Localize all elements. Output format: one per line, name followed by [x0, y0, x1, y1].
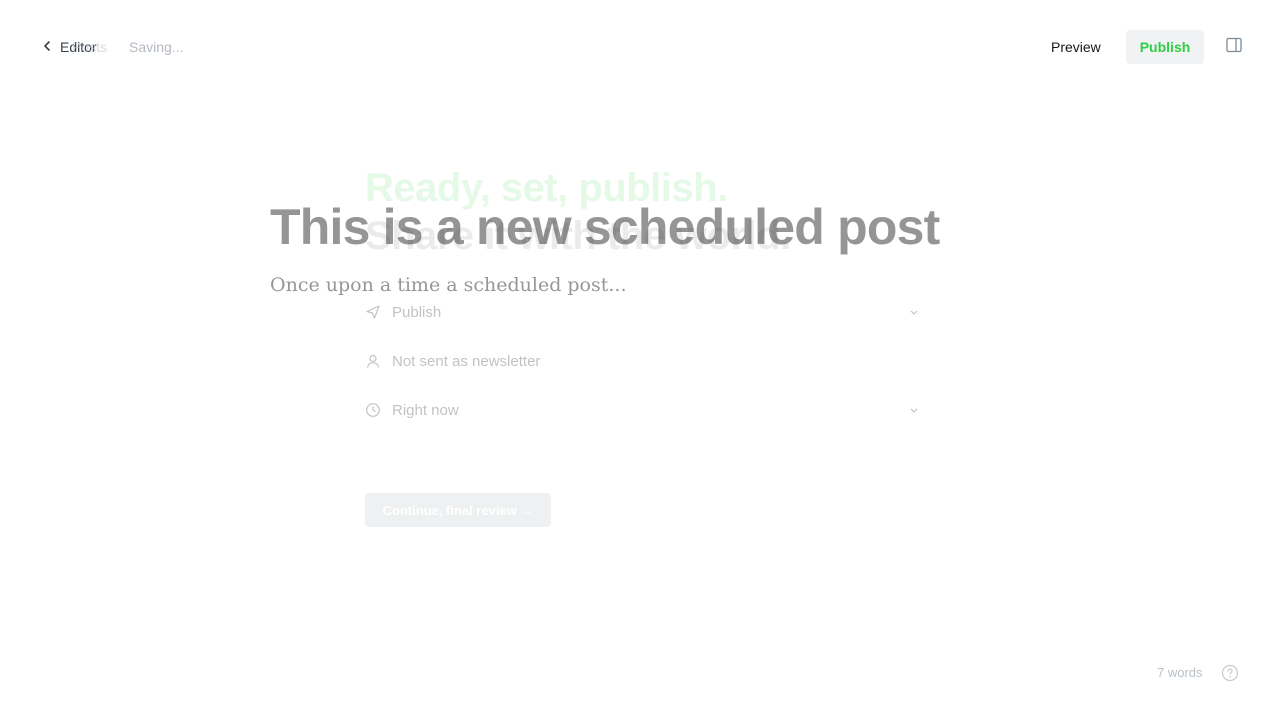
word-count: 7 words — [1157, 665, 1203, 680]
editor-header: Editor Posts Saving... Preview Publish — [0, 0, 1280, 94]
chevron-down-icon — [908, 404, 920, 416]
post-title[interactable]: This is a new scheduled post — [270, 198, 940, 256]
sidebar-toggle-button[interactable] — [1224, 37, 1244, 57]
preview-button[interactable]: Preview — [1040, 30, 1112, 64]
newsletter-row[interactable]: Not sent as newsletter — [365, 349, 920, 373]
sidebar-toggle-icon — [1225, 36, 1243, 59]
schedule-row[interactable]: Right now — [365, 398, 920, 422]
save-status: Saving... — [129, 39, 184, 55]
continue-final-review-button[interactable]: Continue, final review → — [365, 493, 551, 527]
send-icon — [365, 304, 381, 320]
schedule-label: Right now — [392, 401, 459, 419]
help-icon[interactable] — [1221, 664, 1239, 682]
publish-type-row[interactable]: Publish — [365, 300, 920, 324]
user-icon — [365, 353, 381, 369]
chevron-down-icon — [908, 306, 920, 318]
publish-type-label: Publish — [392, 303, 442, 321]
chevron-left-icon — [40, 39, 54, 56]
post-body-excerpt[interactable]: Once upon a time a scheduled post... — [270, 271, 627, 299]
publish-button[interactable]: Publish — [1126, 30, 1204, 64]
clock-icon — [365, 402, 381, 418]
newsletter-label: Not sent as newsletter — [392, 352, 541, 370]
back-ghost-label: Posts — [72, 39, 108, 55]
